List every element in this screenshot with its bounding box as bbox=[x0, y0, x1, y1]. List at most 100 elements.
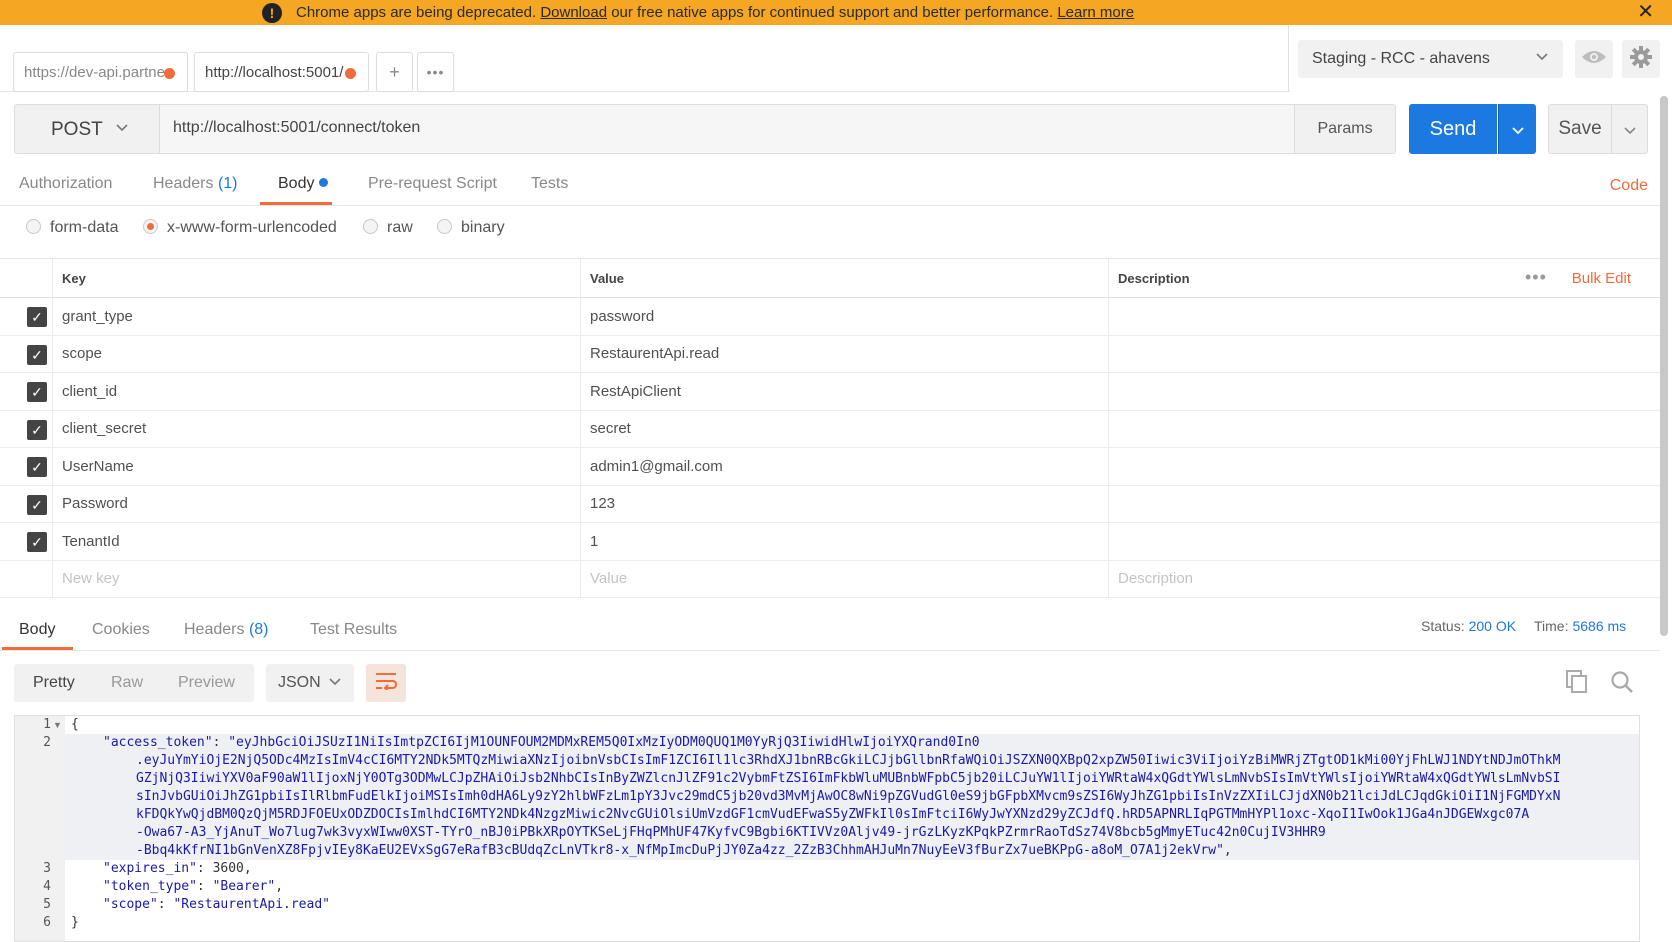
row-checkbox[interactable]: ✓ bbox=[27, 457, 47, 477]
table-row: ✓ client_id RestApiClient bbox=[0, 373, 1660, 411]
value-cell[interactable]: secret bbox=[590, 411, 1110, 448]
row-checkbox[interactable]: ✓ bbox=[27, 419, 47, 440]
code-line: GZjNjQ3IiwiYXV0aF90aW1lIjoxNjY0OTg3ODMwL… bbox=[136, 771, 1561, 786]
description-cell[interactable] bbox=[1118, 373, 1498, 410]
value-cell[interactable]: RestaurentApi.read bbox=[590, 336, 1110, 373]
key-cell[interactable]: scope bbox=[62, 336, 582, 373]
description-cell[interactable] bbox=[1118, 448, 1498, 485]
radio-circle-selected bbox=[143, 219, 158, 234]
key-cell[interactable]: client_secret bbox=[62, 411, 582, 448]
wrap-lines-icon bbox=[375, 672, 398, 694]
request-tab-label: https://dev-api.partne bbox=[24, 64, 165, 81]
tab-headers[interactable]: Headers (1) bbox=[153, 175, 238, 193]
gear-icon bbox=[1629, 45, 1653, 73]
description-cell[interactable] bbox=[1118, 411, 1498, 448]
tab-body-label: Body bbox=[278, 175, 315, 192]
response-tab-headers[interactable]: Headers (8) bbox=[184, 621, 269, 639]
value-cell[interactable]: 1 bbox=[590, 523, 1110, 560]
response-tab-body[interactable]: Body bbox=[19, 621, 55, 639]
quick-look-button[interactable] bbox=[1575, 40, 1613, 78]
radio-form-data[interactable]: form-data bbox=[26, 219, 118, 237]
chevron-down-icon bbox=[1511, 121, 1525, 137]
bulk-edit-link[interactable]: Bulk Edit bbox=[1572, 270, 1631, 287]
code-line: -Owa67-A3_YjAnuT_Wo7lug7wk3vyxWIww0XST-T… bbox=[136, 825, 1326, 840]
key-cell[interactable]: UserName bbox=[62, 448, 582, 485]
fold-arrow-icon[interactable]: ▼ bbox=[53, 716, 62, 734]
request-tab[interactable]: http://localhost:5001/ bbox=[194, 52, 369, 92]
copy-icon[interactable] bbox=[1566, 670, 1588, 698]
settings-button[interactable] bbox=[1622, 40, 1660, 78]
description-cell[interactable] bbox=[1118, 486, 1498, 523]
new-description-input[interactable]: Description bbox=[1118, 561, 1498, 598]
description-cell[interactable] bbox=[1118, 523, 1498, 560]
table-row: ✓ TenantId 1 bbox=[0, 523, 1660, 561]
tab-headers-count: (1) bbox=[217, 175, 238, 192]
row-checkbox[interactable]: ✓ bbox=[27, 307, 47, 327]
view-preview-button[interactable]: Preview bbox=[178, 674, 235, 692]
view-raw-button[interactable]: Raw bbox=[111, 674, 143, 692]
response-body-viewer[interactable]: 1 ▼ { 2 "access_token": "eyJhbGciOiJSUzI… bbox=[14, 715, 1640, 942]
row-checkbox[interactable]: ✓ bbox=[27, 382, 47, 402]
radio-urlencoded[interactable]: x-www-form-urlencoded bbox=[143, 219, 337, 237]
url-input[interactable]: http://localhost:5001/connect/token bbox=[159, 104, 1295, 154]
format-select[interactable]: JSON bbox=[266, 664, 354, 702]
page-scrollbar[interactable] bbox=[1660, 96, 1668, 636]
column-header-key: Key bbox=[62, 270, 86, 286]
column-header-description: Description bbox=[1118, 270, 1190, 286]
description-cell[interactable] bbox=[1118, 336, 1498, 373]
tab-body[interactable]: Body bbox=[278, 175, 329, 193]
key-cell[interactable]: Password bbox=[62, 486, 582, 523]
description-cell[interactable] bbox=[1118, 298, 1498, 335]
code-line: .eyJuYmYiOjE2NjQ5ODc4MzIsImV4cCI6MTY2NDk… bbox=[136, 753, 1561, 768]
table-row: ✓ grant_type password bbox=[0, 298, 1660, 336]
download-link[interactable]: Download bbox=[540, 4, 607, 21]
response-tab-cookies[interactable]: Cookies bbox=[92, 621, 150, 639]
more-tabs-button[interactable]: ••• bbox=[417, 52, 454, 92]
radio-circle bbox=[363, 219, 378, 234]
new-param-row: New key Value Description bbox=[0, 560, 1660, 598]
save-button[interactable]: Save bbox=[1548, 104, 1612, 154]
close-icon[interactable]: ✕ bbox=[1637, 0, 1654, 24]
view-pretty-button[interactable]: Pretty bbox=[33, 674, 75, 692]
radio-label: binary bbox=[461, 219, 505, 236]
radio-binary[interactable]: binary bbox=[437, 219, 505, 237]
search-icon[interactable] bbox=[1610, 670, 1634, 698]
row-checkbox[interactable]: ✓ bbox=[27, 344, 47, 365]
tab-headers-label: Headers bbox=[153, 175, 214, 192]
response-tab-test-results[interactable]: Test Results bbox=[310, 621, 397, 639]
row-checkbox[interactable]: ✓ bbox=[27, 494, 47, 515]
params-button[interactable]: Params bbox=[1294, 104, 1396, 154]
send-button[interactable]: Send bbox=[1409, 104, 1497, 154]
key-cell[interactable]: client_id bbox=[62, 373, 582, 410]
new-tab-button[interactable]: + bbox=[376, 52, 413, 92]
code-line: -Bbq4kKfrNI1bGnVenXZ8FpjvIEy8KaEU2EVxSgG… bbox=[136, 843, 1232, 858]
value-cell[interactable]: 123 bbox=[590, 486, 1110, 523]
generate-code-link[interactable]: Code bbox=[1610, 177, 1648, 195]
chevron-down-icon bbox=[328, 674, 342, 691]
request-tab[interactable]: https://dev-api.partne bbox=[13, 52, 188, 92]
environment-select[interactable]: Staging - RCC - ahavens bbox=[1298, 40, 1563, 78]
row-checkbox[interactable]: ✓ bbox=[27, 532, 47, 552]
response-tab-headers-label: Headers bbox=[184, 621, 245, 638]
new-key-input[interactable]: New key bbox=[62, 561, 582, 598]
deprecation-banner: ! Chrome apps are being deprecated. Down… bbox=[0, 0, 1672, 25]
tab-tests[interactable]: Tests bbox=[531, 175, 568, 193]
method-select[interactable]: POST bbox=[14, 104, 160, 154]
tab-pre-request-script[interactable]: Pre-request Script bbox=[368, 175, 497, 193]
key-cell[interactable]: TenantId bbox=[62, 523, 582, 560]
column-header-value: Value bbox=[590, 270, 624, 286]
more-options-icon[interactable]: ••• bbox=[1525, 267, 1547, 288]
status-value: 200 OK bbox=[1468, 618, 1517, 634]
wrap-lines-button[interactable] bbox=[366, 664, 406, 702]
key-cell[interactable]: grant_type bbox=[62, 298, 582, 335]
learn-more-link[interactable]: Learn more bbox=[1057, 4, 1134, 21]
save-options-button[interactable] bbox=[1612, 104, 1648, 154]
value-cell[interactable]: password bbox=[590, 298, 1110, 335]
tab-authorization[interactable]: Authorization bbox=[19, 175, 112, 193]
code-line: kFDQkYwQjdBM0QzQjM5RDJFOEUxODZDOCIsImlhd… bbox=[136, 807, 1530, 822]
value-cell[interactable]: admin1@gmail.com bbox=[590, 448, 1110, 485]
new-value-input[interactable]: Value bbox=[590, 561, 1110, 598]
value-cell[interactable]: RestApiClient bbox=[590, 373, 1110, 410]
radio-raw[interactable]: raw bbox=[363, 219, 413, 237]
send-options-button[interactable] bbox=[1498, 104, 1536, 154]
